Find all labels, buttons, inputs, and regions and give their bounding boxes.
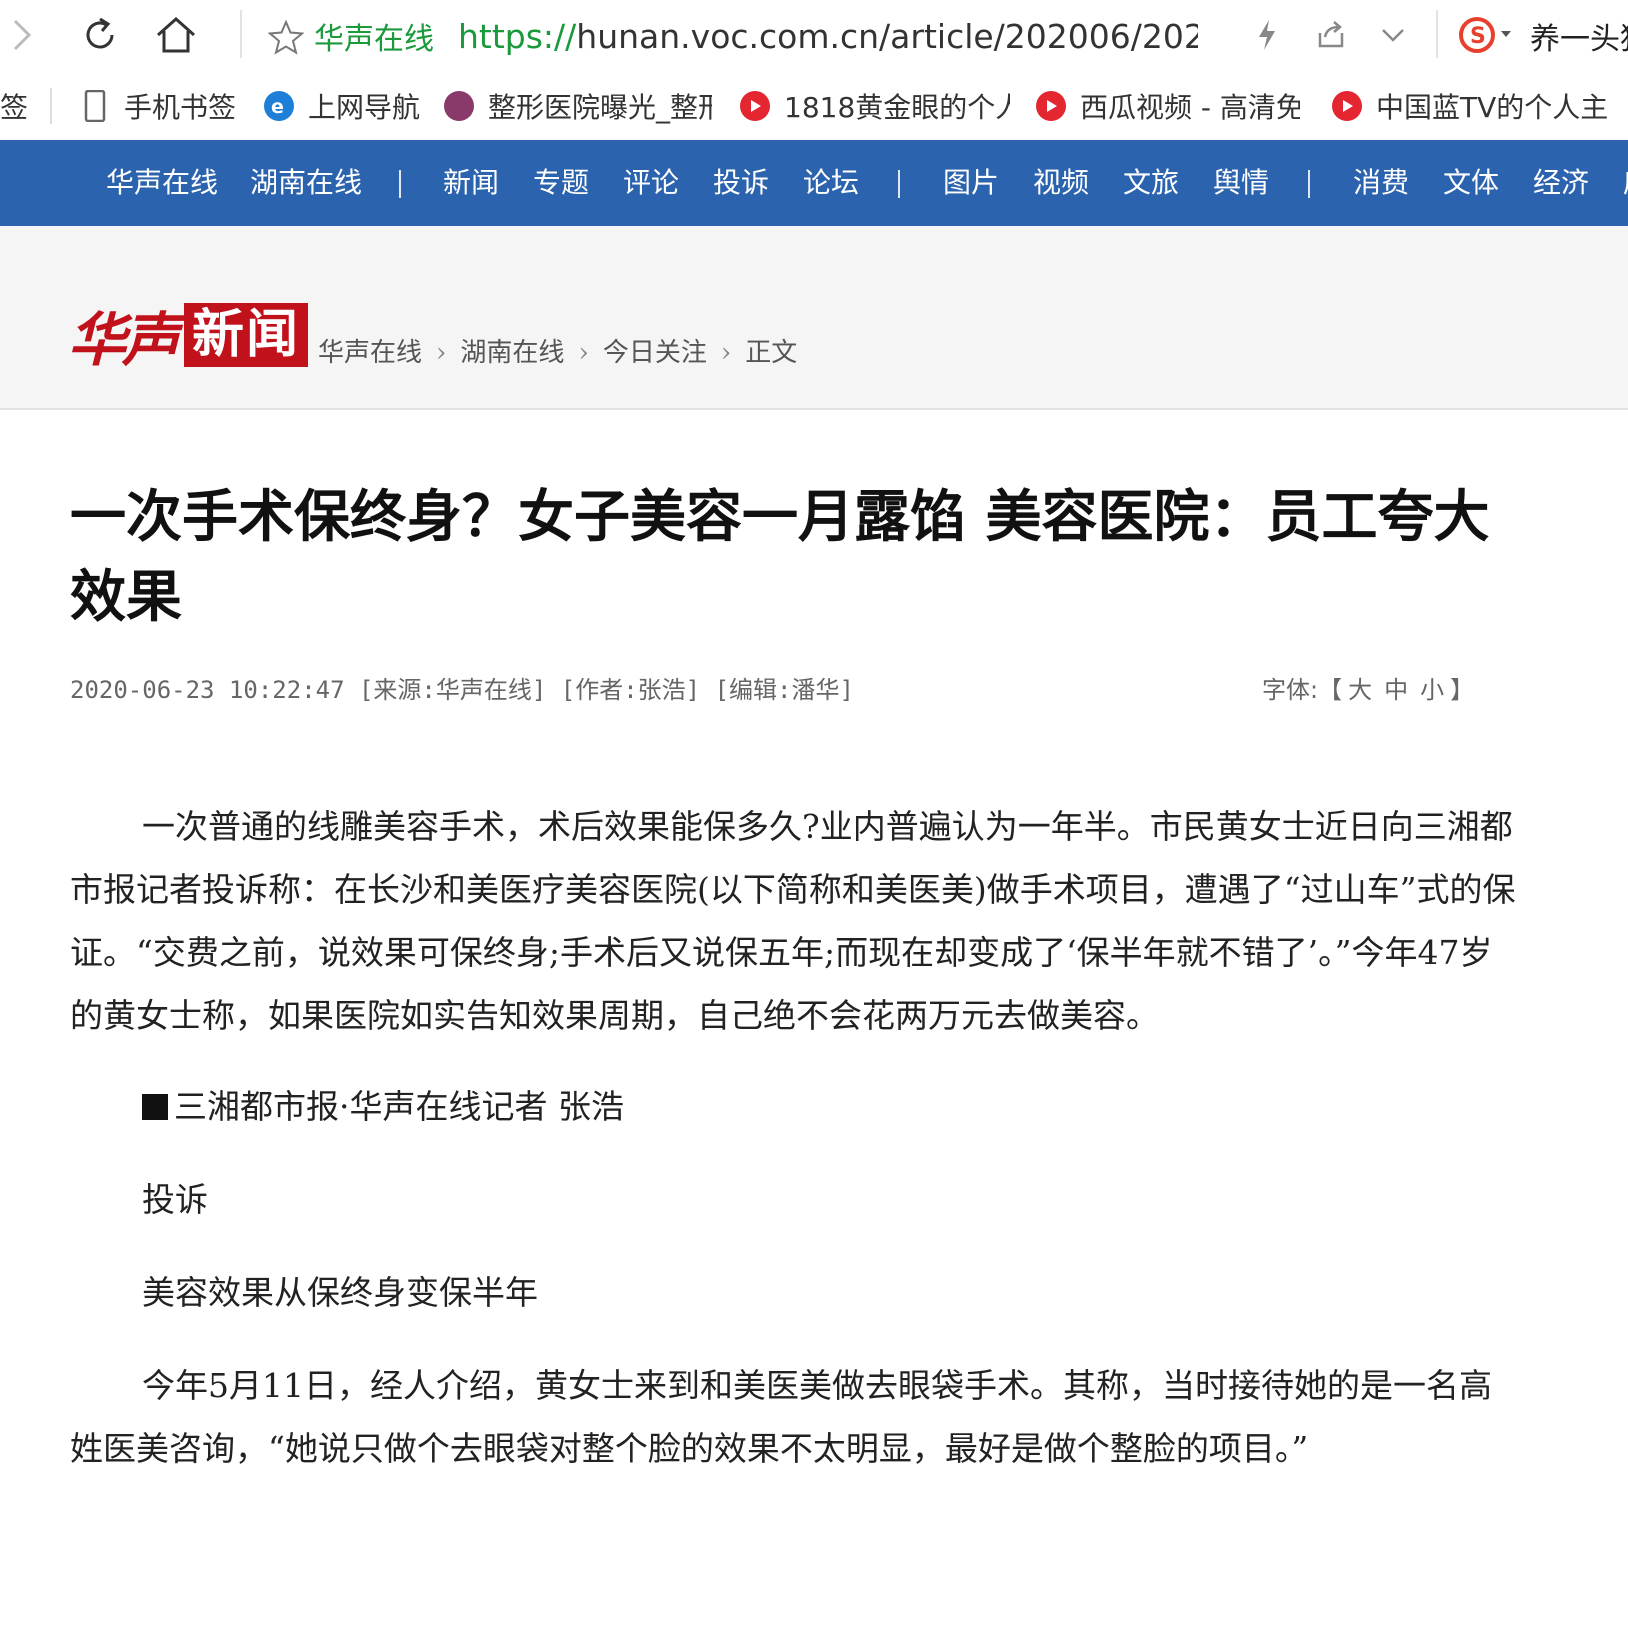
nav-item-hunan[interactable]: 湖南在线 — [250, 140, 362, 226]
bookmark-label: 上网导航 — [308, 91, 421, 124]
share-icon[interactable] — [1314, 8, 1348, 62]
svg-text:e: e — [271, 96, 284, 117]
url-text[interactable]: https://hunan.voc.com.cn/article/202006/… — [458, 17, 1198, 56]
subheading: 美容效果从保终身变保半年 — [142, 1273, 538, 1312]
breadcrumb-item[interactable]: 今日关注 — [603, 338, 707, 368]
breadcrumb-current: 正文 — [745, 338, 798, 368]
nav-item-huasheng[interactable]: 华声在线 — [106, 140, 218, 226]
url-path: hunan.voc.com.cn/article/202006/2020062 — [576, 16, 1198, 56]
nav-divider — [898, 170, 900, 198]
font-large-button[interactable]: 大 — [1348, 676, 1372, 704]
bookmark-label: 手机书签 — [124, 91, 237, 124]
section-label: 投诉 — [142, 1180, 208, 1219]
site-nav: 华声在线 湖南在线 新闻 专题 评论 投诉 论坛 图片 视频 文旅 舆情 消费 … — [0, 140, 1628, 226]
bookmark-item[interactable]: 签 — [0, 84, 36, 128]
breadcrumb-item[interactable]: 华声在线 — [318, 338, 422, 368]
header-band: 华声 新闻 华声在线 › 湖南在线 › 今日关注 › 正文 — [0, 226, 1628, 410]
search-suggestion-text[interactable]: 养一头猪 — [1530, 14, 1628, 58]
logo-box-text: 新闻 — [184, 303, 309, 367]
nav-item-consumer[interactable]: 消费 — [1353, 140, 1409, 226]
chevron-down-icon[interactable] — [1378, 8, 1408, 62]
chevron-right-icon: › — [578, 338, 589, 368]
nav-item-topics[interactable]: 专题 — [533, 140, 589, 226]
font-small-button[interactable]: 小 — [1420, 676, 1444, 704]
nav-item-opinion[interactable]: 舆情 — [1213, 140, 1269, 226]
nav-item-news[interactable]: 新闻 — [443, 140, 499, 226]
toolbar-divider — [1436, 10, 1438, 58]
nav-item-forum[interactable]: 论坛 — [803, 140, 859, 226]
article-title: 一次手术保终身？女子美容一月露馅 美容医院：员工夸大效果 — [70, 485, 1490, 630]
nav-item-photos[interactable]: 图片 — [943, 140, 999, 226]
svg-text:S: S — [1470, 24, 1486, 49]
bookmark-label: 西瓜视频 - 高清免 — [1080, 91, 1300, 124]
ie-icon: e — [264, 91, 294, 121]
article-body: 一次普通的线雕美容手术，术后效果能保多久?业内普遍认为一年半。市民黄女士近日向三… — [70, 795, 1520, 1480]
phone-icon — [80, 90, 110, 122]
nav-item-more[interactable]: 店 — [1623, 140, 1628, 226]
bookmark-label: 中国蓝TV的个人主 — [1376, 91, 1609, 124]
home-icon[interactable] — [154, 8, 198, 62]
article-meta: 2020-06-23 10:22:47 [来源:华声在线] [作者:张浩] [编… — [70, 676, 854, 704]
nav-divider — [399, 170, 401, 198]
reporter-text: 三湘都市报·华声在线记者 张浩 — [174, 1087, 624, 1126]
reload-icon[interactable] — [78, 8, 122, 62]
video-play-icon — [1036, 91, 1066, 121]
chevron-right-icon: › — [720, 338, 732, 368]
video-play-icon — [1332, 91, 1362, 121]
nav-item-travel[interactable]: 文旅 — [1123, 140, 1179, 226]
url-protocol: https:// — [458, 16, 577, 56]
bookmark-1818[interactable]: 1818黄金眼的个人 — [740, 84, 1012, 128]
nav-item-comment[interactable]: 评论 — [623, 140, 679, 226]
nav-item-video[interactable]: 视频 — [1033, 140, 1089, 226]
video-play-icon — [740, 91, 770, 121]
bookmark-navigation[interactable]: e 上网导航 — [264, 84, 424, 128]
bookmark-mobile[interactable]: 手机书签 — [80, 84, 240, 128]
bookmark-label: 整形医院曝光_整形 — [488, 91, 712, 124]
bookmark-divider — [50, 88, 52, 124]
font-size-label: 字体:【 — [1262, 676, 1343, 704]
lightning-icon[interactable] — [1252, 8, 1282, 62]
address-bar[interactable]: 华声在线 https://hunan.voc.com.cn/article/20… — [258, 4, 1218, 68]
bookmark-cztv[interactable]: 中国蓝TV的个人主 — [1332, 84, 1616, 128]
chevron-right-icon: › — [436, 338, 447, 368]
nav-item-culture[interactable]: 文体 — [1443, 140, 1499, 226]
breadcrumb-item[interactable]: 湖南在线 — [460, 338, 564, 368]
article-paragraph: 今年5月11日，经人介绍，黄女士来到和美医美做去眼袋手术。其称，当时接待她的是一… — [70, 1366, 1492, 1468]
font-size-label-end: 】 — [1450, 676, 1475, 704]
logo-brush-text: 华声 — [68, 306, 180, 374]
article-paragraph: 一次普通的线雕美容手术，术后效果能保多久?业内普遍认为一年半。市民黄女士近日向三… — [70, 807, 1516, 1035]
nav-item-complaint[interactable]: 投诉 — [713, 140, 769, 226]
font-size-control: 字体:【大中小】 — [1262, 670, 1474, 705]
bookmarks-bar: 签 手机书签 e 上网导航 整形医院曝光_整形 1818黄金眼的个人 西瓜视频 … — [0, 72, 1628, 140]
site-logo[interactable]: 华声 新闻 — [68, 302, 309, 374]
browser-toolbar: 华声在线 https://hunan.voc.com.cn/article/20… — [0, 0, 1628, 72]
toolbar-divider — [240, 10, 242, 58]
square-bullet-icon — [142, 1094, 168, 1120]
bookmark-hospital[interactable]: 整形医院曝光_整形 — [444, 84, 714, 128]
sogou-search-icon[interactable]: S — [1456, 8, 1518, 62]
nav-item-economy[interactable]: 经济 — [1533, 140, 1589, 226]
star-icon[interactable] — [266, 10, 306, 64]
bookmark-label: 签 — [0, 91, 29, 124]
hospital-logo-icon — [444, 91, 474, 121]
font-medium-button[interactable]: 中 — [1384, 676, 1408, 704]
bookmark-xigua[interactable]: 西瓜视频 - 高清免 — [1036, 84, 1304, 128]
forward-icon[interactable] — [6, 8, 38, 62]
site-name: 华声在线 — [314, 22, 434, 57]
bookmark-label: 1818黄金眼的个人 — [784, 91, 1010, 124]
breadcrumb: 华声在线 › 湖南在线 › 今日关注 › 正文 — [318, 332, 797, 369]
reporter-line: 三湘都市报·华声在线记者 张浩 — [70, 1075, 1520, 1138]
nav-divider — [1308, 170, 1310, 198]
